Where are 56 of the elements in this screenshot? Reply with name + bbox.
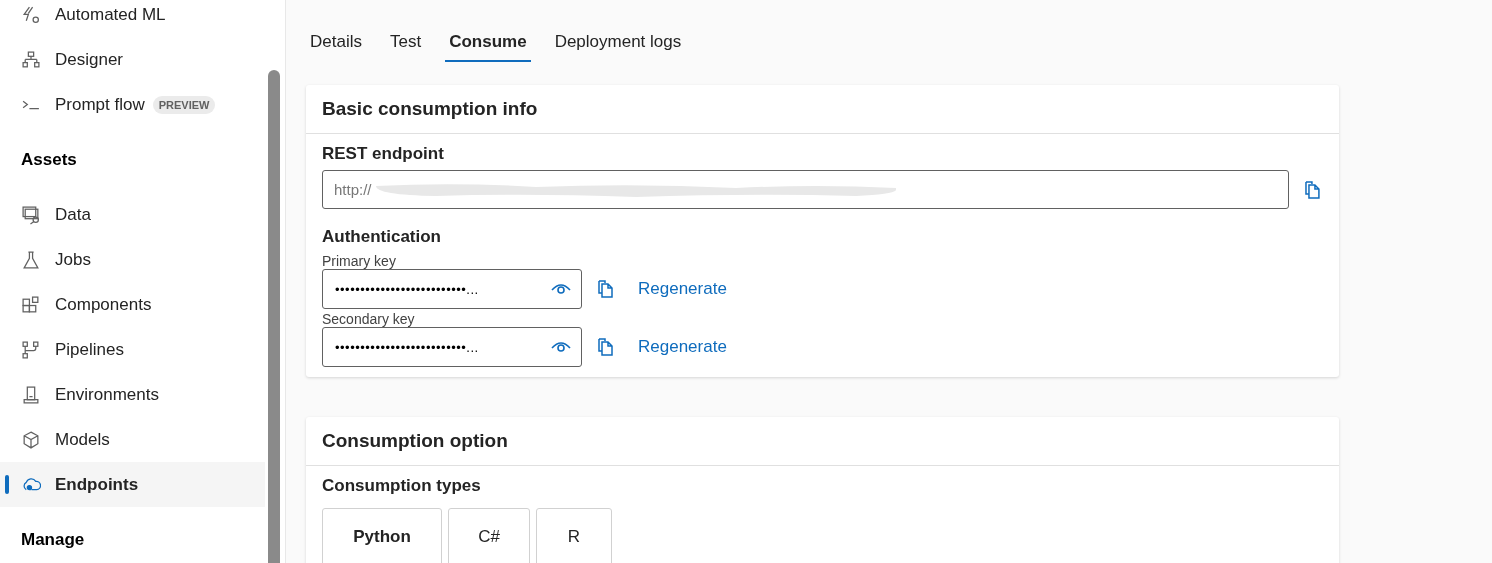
sidebar-item[interactable]: Environments: [0, 372, 265, 417]
cube-icon: [21, 429, 41, 450]
tab[interactable]: Test: [385, 14, 426, 62]
sidebar-item[interactable]: Automated ML: [0, 0, 265, 37]
field-label: REST endpoint: [322, 144, 445, 164]
lightning-icon: [21, 4, 41, 25]
field-label: Primary key: [322, 253, 397, 269]
sidebar-item[interactable]: Prompt flow PREVIEW: [0, 82, 265, 127]
item-label: Environments: [55, 384, 159, 405]
password-field[interactable]: ••••••••••••••••••••••••••...: [322, 327, 582, 367]
server-icon: [21, 384, 41, 405]
tab[interactable]: Deployment logs: [550, 14, 686, 62]
section-heading: Manage: [20, 528, 86, 551]
section-heading: Assets: [20, 148, 78, 171]
sidebar-item[interactable]: Components: [0, 282, 265, 327]
data-icon: [21, 204, 41, 225]
regenerate-link[interactable]: Regenerate: [638, 279, 727, 299]
hierarchy-icon: [21, 49, 41, 70]
item-label: Designer: [55, 49, 124, 70]
item-label: Pipelines: [55, 339, 124, 360]
copy-icon[interactable]: [1303, 179, 1323, 200]
item-label: Components: [55, 294, 152, 315]
tab[interactable]: Consume: [445, 14, 531, 62]
copy-icon[interactable]: [596, 279, 616, 299]
option-button[interactable]: R: [536, 508, 612, 563]
tab[interactable]: Details: [306, 14, 366, 62]
item-label: Data: [55, 204, 91, 225]
item-label: Endpoints: [55, 474, 139, 495]
blocks-icon: [21, 294, 41, 315]
sidebar-item[interactable]: Jobs: [0, 237, 265, 282]
flask-icon: [21, 249, 41, 270]
input-field[interactable]: http://: [322, 170, 1290, 209]
sidebar-item[interactable]: Pipelines: [0, 327, 265, 372]
sidebar-item[interactable]: Models: [0, 417, 265, 462]
sidebar-item[interactable]: Designer: [0, 37, 265, 82]
eye-icon[interactable]: [551, 282, 571, 296]
password-field[interactable]: ••••••••••••••••••••••••••...: [322, 269, 582, 309]
option-button[interactable]: C#: [448, 508, 530, 563]
card-title: Basic consumption info: [306, 85, 1339, 134]
item-label: Jobs: [55, 249, 91, 270]
card-title: Consumption option: [306, 417, 1339, 466]
sidebar-item[interactable]: Data: [0, 192, 265, 237]
scrollbar-thumb[interactable]: [268, 70, 280, 563]
field-label: Secondary key: [322, 311, 416, 327]
item-label: Prompt flow: [55, 94, 145, 115]
section-label: Authentication: [322, 227, 442, 247]
section-label: Consumption types: [322, 476, 482, 496]
item-label: Models: [55, 429, 110, 450]
copy-icon[interactable]: [596, 337, 616, 357]
pipeline-icon: [21, 339, 41, 360]
item-label: Automated ML: [55, 4, 166, 25]
regenerate-link[interactable]: Regenerate: [638, 337, 727, 357]
eye-icon[interactable]: [551, 340, 571, 354]
option-button[interactable]: Python: [322, 508, 442, 563]
sidebar-item[interactable]: Endpoints: [0, 462, 265, 507]
preview-badge: PREVIEW: [152, 95, 216, 114]
